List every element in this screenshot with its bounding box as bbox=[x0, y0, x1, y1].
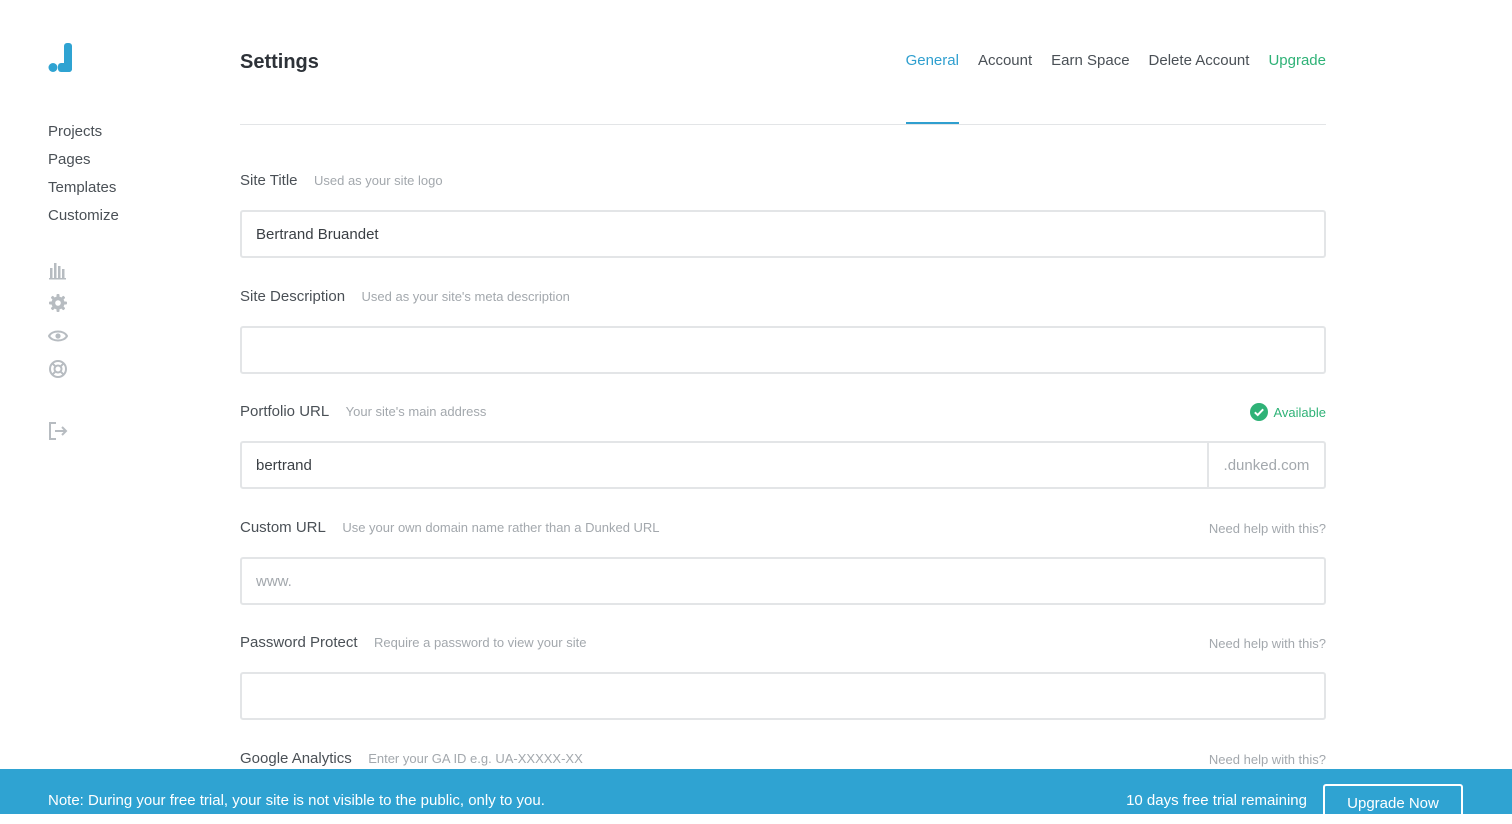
custom-url-field: Custom URL Use your own domain name rath… bbox=[240, 519, 1326, 605]
site-title-label: Site Title bbox=[240, 172, 298, 189]
site-title-field: Site Title Used as your site logo bbox=[240, 172, 1326, 258]
sidebar-item-templates[interactable]: Templates bbox=[48, 176, 119, 204]
availability-label: Available bbox=[1273, 404, 1326, 420]
portfolio-url-field: Portfolio URL Your site's main address A… bbox=[240, 403, 1326, 489]
portfolio-url-label: Portfolio URL bbox=[240, 403, 330, 420]
custom-url-label: Custom URL bbox=[240, 519, 326, 536]
tab-earn-space[interactable]: Earn Space bbox=[1051, 51, 1129, 124]
dunked-logo[interactable] bbox=[48, 43, 74, 73]
site-description-field: Site Description Used as your site's met… bbox=[240, 288, 1326, 374]
password-protect-help-link[interactable]: Need help with this? bbox=[1209, 636, 1326, 651]
check-circle-icon bbox=[1250, 403, 1269, 421]
tab-upgrade[interactable]: Upgrade bbox=[1268, 51, 1326, 124]
sidebar-icons bbox=[48, 260, 68, 392]
site-description-label: Site Description bbox=[240, 288, 346, 305]
password-protect-input[interactable] bbox=[242, 674, 1324, 718]
site-title-hint: Used as your site logo bbox=[313, 173, 443, 188]
password-protect-hint: Require a password to view your site bbox=[374, 635, 587, 650]
site-description-input[interactable] bbox=[242, 328, 1324, 372]
upgrade-now-button[interactable]: Upgrade Now bbox=[1323, 784, 1463, 824]
tab-delete-account[interactable]: Delete Account bbox=[1149, 51, 1250, 124]
domain-suffix: .dunked.com bbox=[1207, 443, 1324, 487]
google-analytics-label: Google Analytics bbox=[240, 750, 352, 767]
sidebar-nav: Projects Pages Templates Customize bbox=[48, 120, 119, 232]
trial-remaining: 10 days free trial remaining bbox=[1126, 792, 1307, 809]
custom-url-input[interactable] bbox=[242, 559, 1324, 603]
logout-icon[interactable] bbox=[48, 421, 68, 441]
settings-tabs: General Account Earn Space Delete Accoun… bbox=[240, 0, 1326, 125]
portfolio-url-input[interactable] bbox=[242, 443, 1207, 487]
password-protect-label: Password Protect bbox=[240, 634, 358, 651]
help-lifebuoy-icon[interactable] bbox=[48, 359, 68, 379]
stats-icon[interactable] bbox=[48, 260, 68, 280]
portfolio-url-hint: Your site's main address bbox=[345, 404, 487, 419]
custom-url-help-link[interactable]: Need help with this? bbox=[1209, 521, 1326, 536]
tab-general[interactable]: General bbox=[905, 51, 960, 124]
google-analytics-help-link[interactable]: Need help with this? bbox=[1209, 752, 1326, 767]
password-protect-field: Password Protect Require a password to v… bbox=[240, 634, 1326, 720]
tab-account[interactable]: Account bbox=[978, 51, 1032, 124]
sidebar-item-customize[interactable]: Customize bbox=[48, 204, 119, 232]
sidebar-item-pages[interactable]: Pages bbox=[48, 148, 119, 176]
gear-icon[interactable] bbox=[48, 293, 68, 313]
google-analytics-hint: Enter your GA ID e.g. UA-XXXXX-XX bbox=[368, 751, 583, 766]
sidebar-item-projects[interactable]: Projects bbox=[48, 120, 119, 148]
site-description-hint: Used as your site's meta description bbox=[361, 289, 570, 304]
availability-status: Available bbox=[1250, 403, 1326, 421]
trial-note: Note: During your free trial, your site … bbox=[48, 792, 545, 809]
custom-url-hint: Use your own domain name rather than a D… bbox=[342, 520, 660, 535]
trial-banner: Note: During your free trial, your site … bbox=[0, 769, 1512, 824]
site-title-input[interactable] bbox=[242, 212, 1324, 256]
eye-icon[interactable] bbox=[48, 326, 68, 346]
